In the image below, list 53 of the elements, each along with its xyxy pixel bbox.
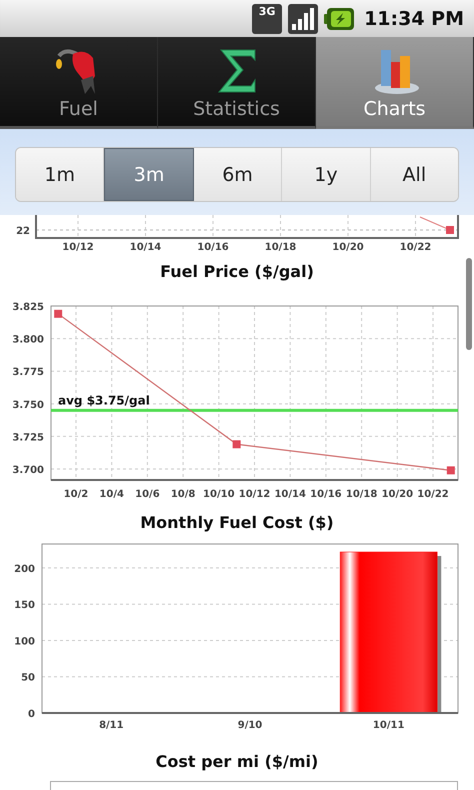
- axis-label: 10/14: [274, 489, 306, 500]
- period-button[interactable]: 1y: [282, 148, 371, 201]
- axis-label: 10/18: [264, 242, 296, 253]
- axis-label: 50: [21, 672, 35, 684]
- axis-label: 150: [14, 600, 35, 612]
- scrollbar[interactable]: [466, 258, 472, 350]
- axis-label: 10/22: [400, 242, 432, 253]
- axis-label: 3.775: [12, 367, 44, 378]
- period-button[interactable]: All: [370, 148, 458, 201]
- chart-title: Fuel Price ($/gal): [159, 261, 315, 283]
- tab[interactable]: Fuel: [0, 37, 158, 129]
- tab[interactable]: Statistics: [158, 37, 316, 129]
- period-button[interactable]: 6m: [194, 148, 282, 201]
- signal-icon: [288, 4, 318, 34]
- axis-label: 22: [16, 226, 30, 237]
- axis-label: 10/14: [130, 242, 162, 253]
- average-label: avg $3.75/gal: [58, 393, 150, 408]
- axis-label: 10/20: [332, 242, 364, 253]
- data-point: [232, 440, 241, 448]
- axis-label: 10/8: [170, 489, 196, 500]
- chart-title: Cost per mi ($/mi): [154, 751, 320, 773]
- period-button[interactable]: 3m: [104, 148, 194, 201]
- axis-label: 9/10: [238, 720, 262, 731]
- data-point: [446, 466, 455, 474]
- chart-title: Monthly Fuel Cost ($): [139, 512, 335, 534]
- axis-label: 200: [14, 564, 35, 575]
- axis-label: 3.800: [12, 334, 44, 346]
- axis-label: 10/2: [64, 489, 88, 500]
- axis-label: 10/11: [372, 720, 404, 731]
- axis-label: 100: [14, 636, 35, 648]
- network-icon: 3G: [252, 4, 282, 34]
- tab[interactable]: Charts: [316, 37, 474, 129]
- axis-label: 10/6: [135, 489, 160, 500]
- axis-label: 10/4: [99, 489, 124, 500]
- axis-label: 3.750: [12, 400, 44, 411]
- axis-label: 10/12: [238, 489, 270, 500]
- axis-label: 10/12: [62, 242, 94, 253]
- period-button[interactable]: 1m: [16, 148, 104, 201]
- data-point: [54, 310, 62, 318]
- axis-label: 10/18: [346, 489, 378, 500]
- axis-label: 10/16: [197, 242, 229, 253]
- axis-label: 3.825: [12, 302, 44, 313]
- clock-time: 11:34 PM: [364, 8, 464, 30]
- data-point: [446, 226, 454, 234]
- axis-label: 0: [28, 709, 35, 720]
- axis-label: 10/22: [417, 489, 449, 500]
- battery-icon: [324, 6, 354, 30]
- axis-label: 10/10: [203, 489, 235, 500]
- axis-label: 10/16: [310, 489, 342, 500]
- axis-label: 8/11: [99, 720, 124, 731]
- axis-label: 10/20: [382, 489, 414, 500]
- axis-label: 3.725: [12, 432, 44, 444]
- axis-label: 3.700: [12, 465, 44, 476]
